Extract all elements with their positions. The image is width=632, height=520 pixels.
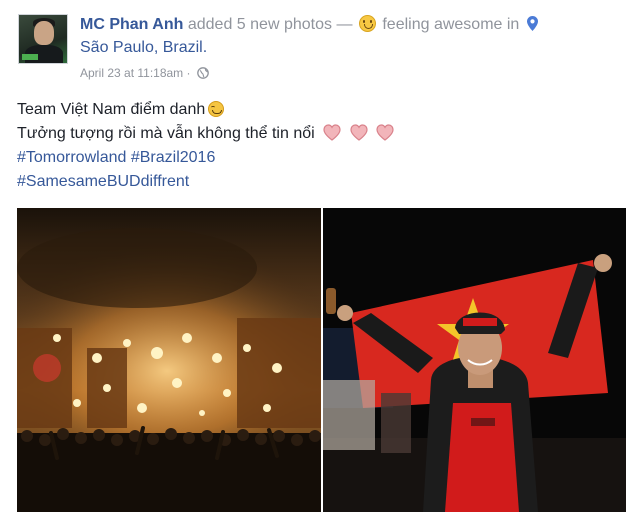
separator-dash: —	[336, 16, 353, 33]
post-header: MC Phan Anh added 5 new photos — feeling…	[80, 13, 620, 59]
smile-icon	[208, 101, 225, 117]
heart-icon	[323, 124, 341, 141]
hashtag-brazil2016[interactable]: #Brazil2016	[131, 149, 216, 166]
heart-icon	[349, 124, 368, 141]
post-line-2: Tưởng tượng rồi mà vẫn không thể tin nổi	[17, 122, 617, 146]
feeling-text: feeling awesome in	[382, 16, 520, 33]
heart-icon	[376, 124, 394, 141]
post-line-3: #Tomorrowland #Brazil2016	[17, 146, 617, 170]
meta-dot: ·	[186, 66, 191, 80]
post-meta: April 23 at 11:18am ·	[80, 66, 209, 80]
post-body: Team Việt Nam điểm danh Tưởng tượng rồi …	[17, 98, 617, 194]
avatar-face	[34, 21, 54, 45]
globe-icon[interactable]	[197, 67, 209, 79]
post-line-2-text: Tưởng tượng rồi mà vẫn không thể tin nổi	[17, 125, 315, 142]
post-timestamp[interactable]: April 23 at 11:18am	[80, 66, 183, 80]
photo-festival-stage[interactable]	[17, 208, 321, 512]
post-line-4: #SamesameBUDdiffrent	[17, 170, 617, 194]
author-name[interactable]: MC Phan Anh	[80, 16, 183, 33]
photo-flag-man[interactable]	[323, 208, 626, 512]
post-line-1-text: Team Việt Nam điểm danh	[17, 101, 206, 118]
post-line-1: Team Việt Nam điểm danh	[17, 98, 617, 122]
festival-stage-image	[17, 208, 321, 512]
smiley-icon	[358, 15, 376, 32]
location-pin-icon	[526, 16, 538, 31]
flag-man-image	[323, 208, 626, 512]
avatar-badge	[22, 54, 38, 60]
location-link[interactable]: São Paulo, Brazil.	[80, 39, 207, 56]
author-avatar[interactable]	[18, 14, 68, 64]
hashtag-samesame[interactable]: #SamesameBUDdiffrent	[17, 173, 189, 190]
post-action: added 5 new photos	[187, 16, 332, 33]
hashtag-tomorrowland[interactable]: #Tomorrowland	[17, 149, 126, 166]
